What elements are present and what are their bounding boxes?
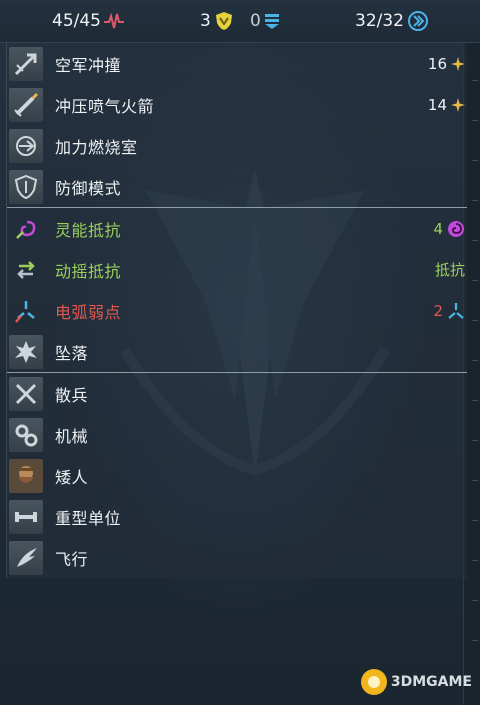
ability-damage: 14	[428, 84, 465, 125]
ability-row-defense-mode[interactable]: 防御模式	[7, 166, 467, 207]
mechanical-icon	[9, 417, 43, 452]
ability-label: 冲压喷气火箭	[55, 96, 155, 116]
watermark: 3DMGAME	[360, 669, 472, 695]
heartbeat-icon	[104, 12, 124, 30]
resistance-label: 灵能抵抗	[55, 220, 122, 240]
trait-label: 散兵	[55, 385, 89, 405]
psionic-swirl-icon	[447, 220, 465, 238]
trait-label: 矮人	[55, 467, 89, 487]
resistance-amount: 抵抗	[434, 261, 465, 279]
defense-mode-icon	[9, 169, 43, 204]
ability-damage-value: 14	[427, 95, 447, 114]
movement-arrow-icon	[407, 10, 429, 32]
arc-tri-icon	[447, 302, 465, 320]
watermark-logo-icon	[360, 669, 387, 695]
trait-row-dwarf[interactable]: 矮人	[7, 455, 467, 496]
trait-row-flying[interactable]: 飞行	[7, 537, 467, 578]
resistance-value: 抵抗	[435, 249, 465, 290]
psionic-icon	[9, 212, 43, 246]
heavy-unit-icon	[9, 499, 43, 534]
movement-stat: 32/32	[355, 9, 429, 33]
trait-label: 重型单位	[55, 508, 122, 528]
shield-stat: 0	[250, 9, 280, 33]
ability-row-ramjet-rocket[interactable]: 冲压喷气火箭 14	[7, 84, 467, 125]
weakness-value: 2	[433, 290, 465, 331]
trait-row-skirmisher[interactable]: 散兵	[7, 373, 467, 414]
weakness-row-arc[interactable]: 电弧弱点 2	[7, 290, 467, 331]
ability-row-air-ram[interactable]: 空军冲撞 16	[7, 43, 467, 84]
fall-icon	[9, 334, 43, 369]
unit-stats-bar: 45/45 3 0 32/32	[0, 0, 480, 43]
armor-shield-icon	[214, 11, 234, 31]
ability-label: 加力燃烧室	[55, 137, 138, 157]
ability-damage: 16	[428, 43, 465, 84]
trait-label: 飞行	[55, 549, 89, 569]
health-value: 45/45	[52, 11, 101, 31]
afterburner-icon	[9, 128, 43, 163]
trait-row-mechanical[interactable]: 机械	[7, 414, 467, 455]
unit-info-panel: 45/45 3 0 32/32 空军冲撞 16 冲压喷气火箭 14 加力燃烧室 …	[0, 0, 480, 705]
unit-ability-list: 空军冲撞 16 冲压喷气火箭 14 加力燃烧室 防御模式 灵能抵抗 4 动摇抵抗…	[6, 43, 467, 578]
resistance-row-psionic[interactable]: 灵能抵抗 4	[7, 208, 467, 249]
ability-damage-value: 16	[427, 54, 447, 73]
trait-label: 坠落	[55, 343, 89, 363]
air-ram-icon	[9, 46, 43, 81]
movement-value: 32/32	[355, 11, 404, 31]
health-stat: 45/45	[52, 9, 124, 33]
trait-label: 机械	[55, 426, 89, 446]
resistance-value: 4	[433, 208, 465, 249]
armor-value: 3	[200, 11, 211, 31]
dwarf-icon	[9, 458, 43, 493]
damage-star-icon	[451, 56, 465, 71]
shield-value: 0	[250, 11, 261, 31]
resistance-row-shaken[interactable]: 动摇抵抗 抵抗	[7, 249, 467, 290]
ability-label: 空军冲撞	[55, 55, 122, 75]
ability-row-afterburner[interactable]: 加力燃烧室	[7, 125, 467, 166]
shaken-icon	[9, 253, 43, 287]
trait-row-fall[interactable]: 坠落	[7, 331, 467, 372]
shield-layers-icon	[264, 12, 280, 30]
ability-label: 防御模式	[55, 178, 122, 198]
armor-stat: 3	[200, 9, 234, 33]
watermark-text: 3DMGAME	[390, 674, 472, 690]
arc-icon	[9, 294, 43, 328]
flying-icon	[9, 540, 43, 575]
trait-row-heavy-unit[interactable]: 重型单位	[7, 496, 467, 537]
ramjet-rocket-icon	[9, 87, 43, 122]
damage-star-icon	[451, 97, 465, 112]
resistance-label: 动摇抵抗	[55, 261, 122, 281]
resistance-amount: 4	[433, 219, 443, 238]
weakness-amount: 2	[433, 301, 443, 320]
weakness-label: 电弧弱点	[55, 302, 122, 322]
skirmisher-icon	[9, 376, 43, 411]
